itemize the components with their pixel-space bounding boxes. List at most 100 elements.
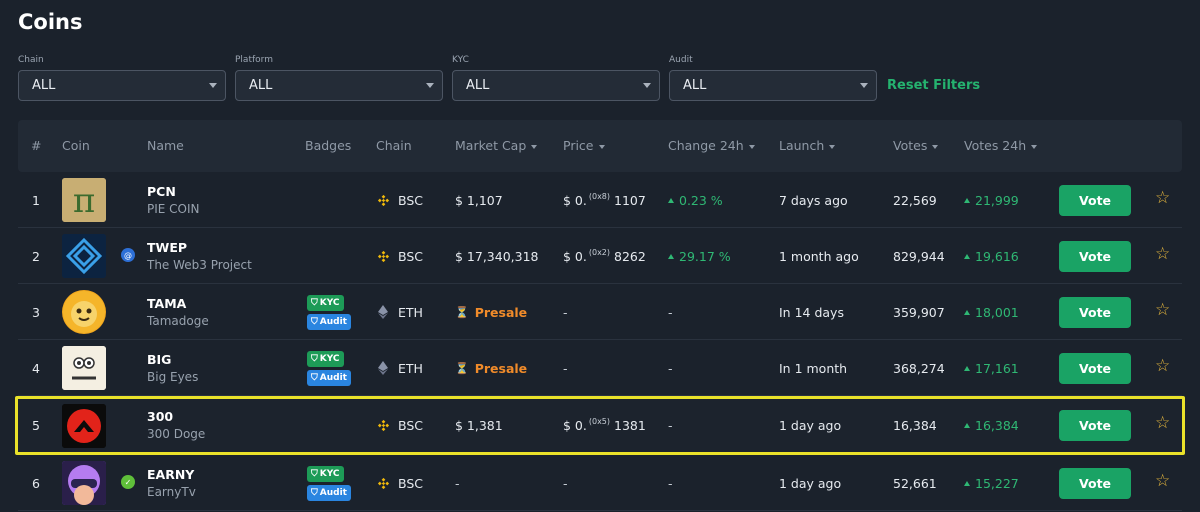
table-row[interactable]: 4 BIG Big Eyes ⛉ KYC ⛉ Audit ETH ⏳ Presale … xyxy=(18,340,1182,396)
chain-name: ETH xyxy=(398,360,423,376)
market-cap: ⏳ Presale xyxy=(455,340,527,396)
sort-caret-icon xyxy=(598,144,605,149)
table-row[interactable]: 6 ✓ EARNY EarnyTv ⛉ KYC ⛉ Audit BSC - - - … xyxy=(18,455,1182,511)
table-row[interactable]: 3 TAMA Tamadoge ⛉ KYC ⛉ Audit ETH ⏳ Presale… xyxy=(18,284,1182,340)
up-arrow-icon xyxy=(964,365,970,371)
shield-icon: ⛉ xyxy=(311,297,318,308)
chain-name: BSC xyxy=(398,418,424,433)
vote-button[interactable]: Vote xyxy=(1059,353,1131,384)
sort-caret-icon xyxy=(829,144,836,149)
col-market-cap[interactable]: Market Cap xyxy=(455,120,538,172)
change-value: 0.23 % xyxy=(679,192,723,208)
star-icon[interactable]: ☆ xyxy=(1155,301,1173,319)
coin-fullname: EarnyTv xyxy=(147,484,196,499)
chevron-down-icon xyxy=(209,83,217,88)
coin-name[interactable]: PCN PIE COIN xyxy=(147,172,200,228)
price-zeros: (0x8) xyxy=(588,191,611,201)
col-change[interactable]: Change 24h xyxy=(668,120,755,172)
chevron-down-icon xyxy=(860,83,868,88)
vote-button[interactable]: Vote xyxy=(1059,185,1131,216)
col-coin: Coin xyxy=(62,138,90,153)
table-header: # Coin Name Badges Chain Market Cap Pric… xyxy=(18,120,1182,172)
up-arrow-icon xyxy=(668,197,674,203)
verified-icon: @ xyxy=(121,248,135,262)
col-name: Name xyxy=(147,138,184,153)
chain-select[interactable]: ALL xyxy=(18,70,226,101)
tamadoge-logo-icon xyxy=(62,290,106,334)
select-value: ALL xyxy=(466,78,490,93)
filter-label: Platform xyxy=(235,55,273,65)
votes: 22,569 xyxy=(893,192,937,208)
col-price[interactable]: Price xyxy=(563,120,605,172)
coin-name[interactable]: TWEP The Web3 Project xyxy=(147,228,252,284)
rank: 1 xyxy=(32,192,40,208)
price-prefix: $ 0. xyxy=(563,418,587,433)
eth-icon xyxy=(376,305,390,319)
audit-badge: ⛉ Audit xyxy=(307,313,351,330)
coin-name[interactable]: BIG Big Eyes xyxy=(147,340,198,396)
presale-status: Presale xyxy=(474,360,528,376)
change-24h: - xyxy=(668,475,673,491)
coin-symbol: TAMA xyxy=(147,295,187,311)
change-24h: - xyxy=(668,360,673,376)
coin-name[interactable]: TAMA Tamadoge xyxy=(147,284,209,340)
star-icon[interactable]: ☆ xyxy=(1155,189,1173,207)
coin-name[interactable]: EARNY EarnyTv xyxy=(147,455,196,511)
svg-text:π: π xyxy=(73,181,95,221)
filter-kyc: KYC ALL xyxy=(452,54,660,101)
votes24-value: 21,999 xyxy=(975,192,1019,208)
chain-name: BSC xyxy=(398,248,424,264)
reset-filters-link[interactable]: Reset Filters xyxy=(887,78,980,93)
rank: 5 xyxy=(32,418,40,433)
table-row[interactable]: 1 π PCN PIE COIN BSC $ 1,107 $ 0. (0x8) 11… xyxy=(18,172,1182,228)
table-row-highlighted[interactable]: 5 300 300 Doge BSC $ 1,381 $ 0. (0x5) 1381… xyxy=(15,396,1185,455)
launch: 1 day ago xyxy=(779,475,842,491)
coin-name[interactable]: 300 300 Doge xyxy=(147,399,205,452)
presale-status: Presale xyxy=(474,304,528,320)
filter-audit: Audit ALL xyxy=(669,54,877,101)
badges: ⛉ KYC ⛉ Audit xyxy=(307,455,351,511)
star-icon[interactable]: ☆ xyxy=(1155,245,1173,263)
filter-chain: Chain ALL xyxy=(18,54,226,101)
audit-badge: ⛉ Audit xyxy=(307,369,351,386)
platform-select[interactable]: ALL xyxy=(235,70,443,101)
market-cap: ⏳ Presale xyxy=(455,284,527,340)
filter-label: Chain xyxy=(18,55,44,65)
change-24h: - xyxy=(668,304,673,320)
col-rank: # xyxy=(31,138,42,153)
vote-button[interactable]: Vote xyxy=(1059,297,1131,328)
bsc-icon xyxy=(376,476,390,490)
star-icon[interactable]: ☆ xyxy=(1155,357,1173,375)
sort-caret-icon xyxy=(531,144,538,149)
col-votes24[interactable]: Votes 24h xyxy=(964,120,1038,172)
votes24-value: 16,384 xyxy=(975,418,1019,433)
coin-symbol: PCN xyxy=(147,183,176,199)
eth-icon xyxy=(376,361,390,375)
vote-button[interactable]: Vote xyxy=(1059,410,1131,441)
star-icon[interactable]: ☆ xyxy=(1155,472,1173,490)
filters-bar: Chain ALL Platform ALL KYC ALL Audit ALL… xyxy=(18,54,1018,104)
audit-select[interactable]: ALL xyxy=(669,70,877,101)
chain-name: BSC xyxy=(398,475,424,491)
price: $ 0. (0x8) 1107 xyxy=(563,172,646,228)
votes: 829,944 xyxy=(893,248,945,264)
col-label: Votes xyxy=(893,138,928,153)
rank: 3 xyxy=(32,304,40,320)
kyc-select[interactable]: ALL xyxy=(452,70,660,101)
coins-table: # Coin Name Badges Chain Market Cap Pric… xyxy=(15,120,1185,512)
vote-button[interactable]: Vote xyxy=(1059,241,1131,272)
vote-button[interactable]: Vote xyxy=(1059,468,1131,499)
votes-24h: 16,384 xyxy=(964,399,1019,452)
up-arrow-icon xyxy=(964,197,970,203)
price: - xyxy=(563,360,568,376)
badges: ⛉ KYC ⛉ Audit xyxy=(307,284,351,340)
table-row[interactable]: 2 @ TWEP The Web3 Project BSC $ 17,340,3… xyxy=(18,228,1182,284)
market-cap: - xyxy=(455,475,460,491)
star-icon[interactable]: ☆ xyxy=(1155,414,1173,432)
bsc-icon xyxy=(376,249,390,263)
col-launch[interactable]: Launch xyxy=(779,120,836,172)
col-votes[interactable]: Votes xyxy=(893,120,939,172)
web3-project-logo-icon xyxy=(62,234,106,278)
col-chain: Chain xyxy=(376,138,412,153)
price-prefix: $ 0. xyxy=(563,248,587,264)
